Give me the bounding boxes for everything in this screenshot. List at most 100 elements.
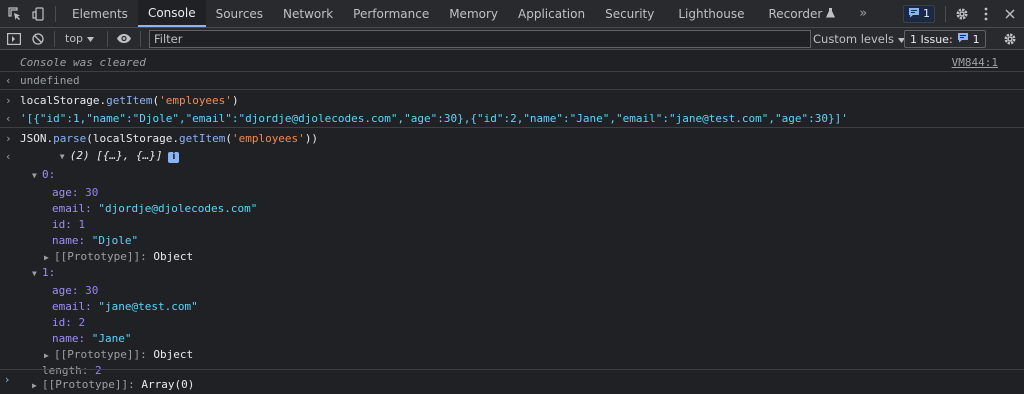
property-value: "Djole" (91, 233, 139, 247)
tab-recorder-label: Recorder (768, 6, 823, 21)
tree-node: ▼ 0: (32, 168, 55, 181)
context-selector[interactable]: top (65, 32, 99, 45)
collapse-triangle-icon[interactable]: ▼ (32, 171, 42, 180)
tab-lighthouse[interactable]: Lighthouse (664, 0, 758, 27)
issues-count: 1 (972, 32, 980, 46)
tab-bar-divider (55, 5, 56, 22)
prototype-value: Object (153, 249, 194, 263)
property-key: id: (52, 315, 72, 329)
console-result-line: ‹ undefined (0, 71, 1024, 89)
command-gutter-icon: › (5, 93, 12, 107)
tab-recorder[interactable]: Recorder (759, 0, 846, 27)
kebab-menu-icon[interactable] (974, 2, 998, 26)
console-prompt[interactable]: › (0, 370, 1024, 388)
property-value: "jane@test.com" (98, 299, 198, 313)
console-result-line: ‹ '[{"id":1,"name":"Djole","email":"djor… (0, 109, 1024, 127)
collapse-triangle-icon[interactable]: ▼ (60, 152, 70, 161)
row-divider (0, 89, 1024, 90)
tab-network[interactable]: Network (273, 0, 343, 27)
prototype-node: ▶ [[Prototype]]: Object (44, 348, 193, 361)
property-value: 2 (78, 315, 86, 329)
sidebar-toggle-icon[interactable] (2, 27, 26, 51)
gear-icon[interactable] (998, 28, 1022, 49)
console-toolbar: top Custom levels 1 Issue: 1 (0, 28, 1024, 50)
command-method: getItem (106, 93, 153, 107)
tree-node: ▼ 1: (32, 266, 55, 279)
result-gutter-icon: ‹ (5, 73, 12, 87)
command-object: localStorage. (20, 93, 107, 107)
expand-triangle-icon[interactable]: ▶ (44, 253, 54, 262)
tab-sources[interactable]: Sources (206, 0, 273, 27)
property-key: age: (52, 283, 79, 297)
property-value: "djordje@djolecodes.com" (98, 201, 258, 215)
prototype-node: ▶ [[Prototype]]: Object (44, 250, 193, 263)
property: email: "djordje@djolecodes.com" (52, 202, 257, 215)
property-value: "Jane" (91, 331, 132, 345)
clear-console-icon[interactable] (26, 27, 50, 51)
property-key: id: (52, 217, 72, 231)
property: id: 1 (52, 218, 85, 231)
eye-icon[interactable] (112, 27, 136, 51)
command-paren: ( (225, 131, 232, 145)
source-link[interactable]: VM844:1 (952, 56, 998, 69)
json-string-result: '[{"id":1,"name":"Djole","email":"djordj… (20, 111, 848, 125)
property: name: "Jane" (52, 332, 132, 345)
tab-memory[interactable]: Memory (439, 0, 508, 27)
inspect-element-icon[interactable] (3, 0, 27, 27)
property: id: 2 (52, 316, 85, 329)
property-key: email: (52, 299, 92, 313)
prototype-key: [[Prototype]]: (54, 249, 147, 263)
tab-bar-actions: 1 (903, 0, 1024, 27)
console-cleared-text: Console was cleared (20, 55, 146, 69)
command-text[interactable]: localStorage.getItem('employees') (20, 94, 239, 107)
property-key: name: (52, 233, 86, 247)
property-key: name: (52, 331, 86, 345)
toolbar-divider (54, 30, 55, 47)
filter-input-box (149, 29, 811, 48)
property-key: email: (52, 201, 92, 215)
property-value: 30 (85, 185, 99, 199)
tree-item-0[interactable]: ▼ 0: (0, 165, 1024, 183)
messages-badge[interactable]: 1 (903, 4, 935, 23)
devtools-tab-bar: Elements Console Sources Network Perform… (0, 0, 1024, 28)
recorder-flask-icon (826, 7, 836, 21)
result-gutter-icon: ‹ (5, 149, 12, 163)
tab-elements[interactable]: Elements (62, 0, 138, 27)
dropdown-arrow-icon (87, 32, 95, 45)
gear-icon[interactable] (950, 2, 974, 26)
item-index: 0: (42, 167, 56, 181)
device-toolbar-icon[interactable] (27, 0, 51, 27)
more-tabs-button[interactable]: » (851, 0, 875, 27)
log-levels-label: Custom levels (813, 31, 895, 46)
tab-performance[interactable]: Performance (343, 0, 439, 27)
log-levels-dropdown[interactable]: Custom levels (813, 28, 906, 49)
close-icon[interactable] (998, 2, 1022, 26)
console-output[interactable]: Console was cleared VM844:1 ‹ undefined … (0, 51, 1024, 394)
item-index: 1: (42, 265, 56, 279)
filter-input[interactable] (154, 31, 810, 46)
context-selector-label: top (65, 32, 84, 45)
result-gutter-icon: ‹ (5, 111, 12, 125)
prototype-value: Object (153, 347, 194, 361)
property: email: "jane@test.com" (52, 300, 198, 313)
command-paren: ) (231, 93, 239, 107)
console-cleared-message: Console was cleared VM844:1 (0, 53, 1024, 71)
property: age: 30 (52, 186, 98, 199)
message-bubble-icon (957, 32, 969, 46)
collapse-triangle-icon[interactable]: ▼ (32, 269, 42, 278)
info-icon[interactable]: i (168, 152, 180, 163)
property-key: age: (52, 185, 79, 199)
prototype-key: [[Prototype]]: (54, 347, 147, 361)
command-argument: 'employees' (231, 131, 305, 145)
tab-console[interactable]: Console (137, 0, 206, 27)
tab-application[interactable]: Application (508, 0, 595, 27)
array-summary-row[interactable]: ‹ ▼ (2) [{…}, {…}] i (0, 147, 1024, 165)
undefined-result: undefined (20, 73, 80, 87)
property-value: 30 (85, 283, 99, 297)
tree-item-1[interactable]: ▼ 1: (0, 263, 1024, 281)
property: age: 30 (52, 284, 98, 297)
issues-button[interactable]: 1 Issue: 1 (904, 30, 986, 48)
console-command-line: › localStorage.getItem('employees') (0, 91, 1024, 109)
tab-security[interactable]: Security (595, 0, 664, 27)
expand-triangle-icon[interactable]: ▶ (44, 351, 54, 360)
